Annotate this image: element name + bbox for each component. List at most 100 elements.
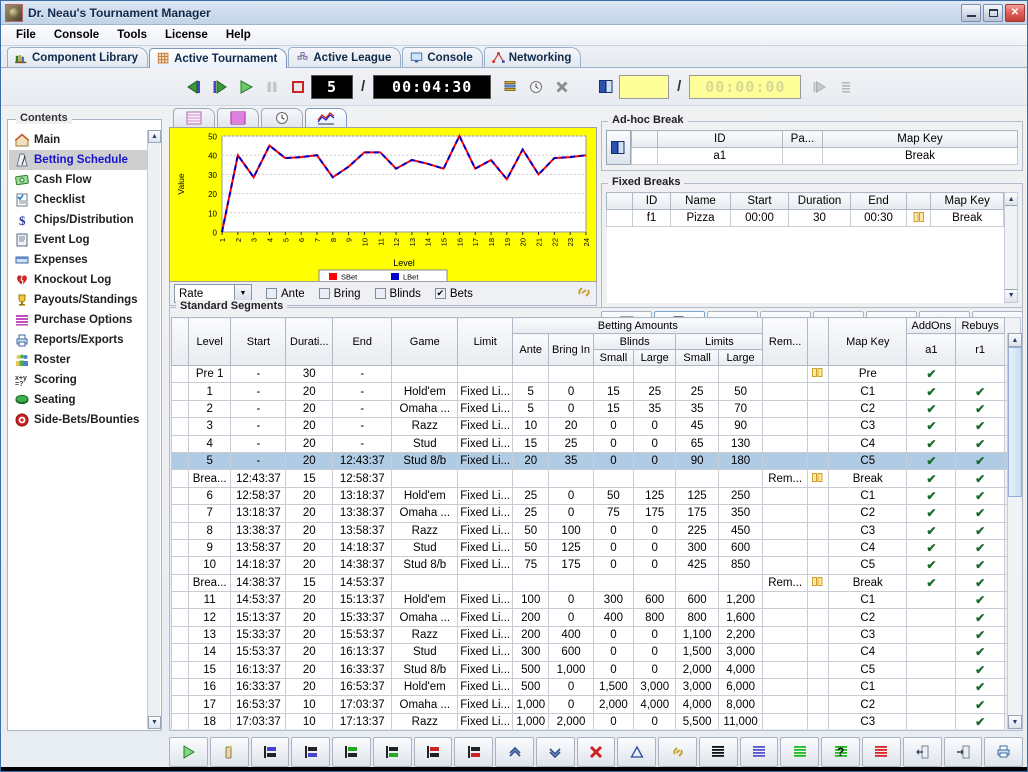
cell-limits-small[interactable]: 25 — [675, 382, 719, 401]
cell-addon[interactable] — [906, 643, 957, 662]
cell-duration[interactable]: 30 — [285, 364, 334, 384]
cell-map-key[interactable]: Break — [929, 209, 1005, 227]
col-blinds-small[interactable]: Small — [592, 349, 635, 366]
cell-flag[interactable] — [806, 712, 830, 729]
cell-map-key[interactable]: C1 — [828, 382, 908, 401]
col-addons[interactable]: AddOns — [906, 317, 957, 334]
cell-limit[interactable] — [457, 573, 514, 593]
cell-end[interactable]: 00:30 — [850, 209, 907, 227]
cell-limit[interactable]: Fixed Li... — [457, 538, 514, 558]
cell-flag[interactable] — [806, 504, 830, 523]
cell-limits-large[interactable]: 11,000 — [717, 712, 764, 729]
cell-limits-small[interactable]: 1,500 — [675, 643, 719, 662]
bring-checkbox-box[interactable] — [318, 288, 330, 299]
cell-game[interactable]: Razz — [391, 417, 459, 436]
table-row[interactable]: 9 13:58:37 20 14:18:37 Stud Fixed Li... 50 125 0… — [171, 538, 1021, 558]
cell-addon[interactable]: ✔ — [906, 434, 957, 453]
sidebar-item-scoring[interactable]: x+y =? Scoring — [9, 370, 147, 390]
cell-blinds-large[interactable]: 0 — [633, 660, 677, 680]
clock-settings-button[interactable] — [523, 75, 549, 99]
cell-map-key[interactable]: Break — [828, 573, 908, 593]
cell-start[interactable]: - — [230, 434, 287, 453]
cell-duration[interactable]: 20 — [285, 417, 334, 436]
cell-blinds-small[interactable]: 0 — [592, 434, 635, 453]
cell-rem[interactable] — [762, 591, 808, 610]
insert-blue-after-button[interactable] — [291, 737, 331, 767]
cell-limits-large[interactable]: 90 — [717, 417, 764, 436]
cell-level[interactable]: Pre 1 — [187, 364, 232, 384]
cell-blinds-small[interactable]: 0 — [592, 712, 635, 729]
table-row[interactable]: 8 13:38:37 20 13:58:37 Razz Fixed Li... 50 100 0… — [171, 521, 1021, 540]
col-name[interactable]: Name — [670, 192, 731, 210]
cell-map-key[interactable]: C3 — [828, 417, 908, 436]
cell-limits-small[interactable] — [675, 573, 719, 593]
cell-id[interactable]: a1 — [656, 147, 784, 165]
col-level[interactable]: Level — [187, 317, 232, 366]
col-flag[interactable] — [906, 192, 931, 210]
cell-limits-small[interactable]: 90 — [675, 451, 719, 471]
cell-bring-in[interactable] — [548, 573, 594, 593]
cell-level[interactable]: 6 — [187, 486, 232, 506]
cell-blinds-large[interactable] — [633, 573, 677, 593]
sidebar-item-cash-flow[interactable]: Cash Flow — [9, 170, 147, 190]
cell-addon[interactable]: ✔ — [906, 521, 957, 540]
cell-addon[interactable]: ✔ — [906, 556, 957, 575]
col-start[interactable]: Start — [230, 317, 287, 366]
cell-start[interactable]: 14:38:37 — [230, 573, 287, 593]
cell-addon[interactable]: ✔ — [906, 504, 957, 523]
col-rebuys[interactable]: Rebuys — [955, 317, 1005, 334]
cell-duration[interactable]: 20 — [285, 608, 334, 627]
cell-start[interactable]: - — [230, 451, 287, 471]
tab-active-tournament[interactable]: Active Tournament — [149, 48, 288, 68]
play-green-button[interactable] — [169, 737, 208, 767]
cell-rem[interactable] — [762, 399, 808, 419]
sidebar-item-chips-distribution[interactable]: $ Chips/Distribution — [9, 210, 147, 230]
cell-level[interactable]: 11 — [187, 591, 232, 610]
cell-limits-small[interactable]: 1,100 — [675, 625, 719, 645]
cell-bring-in[interactable]: 1,000 — [548, 660, 594, 680]
cell-end[interactable]: 13:18:37 — [332, 486, 393, 506]
cell-limits-small[interactable]: 425 — [675, 556, 719, 575]
table-row[interactable]: 17 16:53:37 10 17:03:37 Omaha ... Fixed Li...… — [171, 695, 1021, 714]
delete-red-button[interactable] — [576, 737, 616, 767]
close-button[interactable]: ✕ — [1005, 3, 1025, 22]
cell-flag[interactable] — [806, 451, 830, 471]
scroll-down-icon[interactable]: ▼ — [1008, 715, 1022, 729]
cell-bring-in[interactable]: 0 — [548, 608, 594, 627]
cell-limits-large[interactable] — [717, 469, 764, 488]
cell-blinds-small[interactable]: 300 — [592, 591, 635, 610]
cell-start[interactable]: 16:13:37 — [230, 660, 287, 680]
cell-game[interactable] — [391, 364, 459, 384]
move-up-button[interactable] — [495, 737, 534, 767]
cell-blinds-large[interactable]: 0 — [633, 556, 677, 575]
cell-ante[interactable]: 75 — [512, 556, 550, 575]
col-duration[interactable]: Durati... — [285, 317, 334, 366]
cell-ante[interactable]: 5 — [512, 382, 550, 401]
play-button[interactable] — [233, 75, 259, 99]
cell-end[interactable]: 15:13:37 — [332, 591, 393, 610]
cell-rebuy[interactable]: ✔ — [955, 643, 1005, 662]
col-id[interactable]: ID — [656, 130, 784, 148]
col-limits-large[interactable]: Large — [717, 349, 764, 366]
cell-blinds-large[interactable]: 175 — [633, 504, 677, 523]
cell-addon[interactable] — [906, 625, 957, 645]
cell-map-key[interactable]: C5 — [828, 451, 908, 471]
cell-flag[interactable] — [806, 538, 830, 558]
cell-rebuy[interactable]: ✔ — [955, 434, 1005, 453]
cell-rem[interactable] — [762, 382, 808, 401]
cell-game[interactable]: Hold'em — [391, 382, 459, 401]
cell-end[interactable]: 14:53:37 — [332, 573, 393, 593]
contents-scrollbar[interactable]: ▲ ▼ — [147, 130, 161, 729]
cell-limits-small[interactable]: 2,000 — [675, 660, 719, 680]
cell-level[interactable]: 15 — [187, 660, 232, 680]
cell-limits-large[interactable]: 70 — [717, 399, 764, 419]
cancel-button[interactable] — [549, 75, 575, 99]
cell-bring-in[interactable]: 0 — [548, 504, 594, 523]
col-marker[interactable] — [630, 130, 658, 148]
cell-end[interactable]: 16:13:37 — [332, 643, 393, 662]
cell-blinds-small[interactable]: 50 — [592, 486, 635, 506]
cell-start[interactable]: 15:33:37 — [230, 625, 287, 645]
cell-addon[interactable] — [906, 660, 957, 680]
cell-game[interactable]: Stud — [391, 538, 459, 558]
cell-duration[interactable]: 20 — [285, 399, 334, 419]
